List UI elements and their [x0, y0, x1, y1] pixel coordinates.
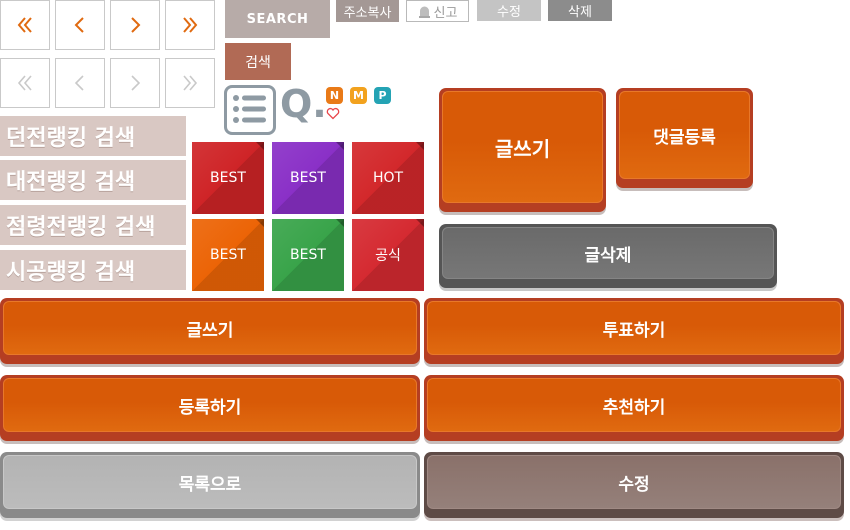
copy-address-label: 주소복사	[343, 5, 392, 21]
delete-post-button[interactable]: 글삭제	[439, 224, 777, 288]
mobile-badge-icon: M	[350, 87, 367, 104]
report-button-label: 신고	[433, 5, 458, 21]
best-badge-orange[interactable]: BEST	[192, 219, 264, 291]
edit-small-label: 수정	[497, 5, 521, 20]
best-badge-red[interactable]: BEST	[192, 142, 264, 214]
edit-button[interactable]: 수정	[424, 452, 844, 518]
write-wide-label: 글쓰기	[186, 320, 234, 341]
comment-register-button[interactable]: 댓글등록	[616, 88, 753, 188]
last-page-button[interactable]	[165, 0, 215, 50]
search-button-label: SEARCH	[246, 11, 309, 27]
spacetime-ranking-search-button[interactable]: 시공랭킹 검색	[0, 250, 186, 290]
hot-badge[interactable]: HOT	[352, 142, 424, 214]
double-chevron-right-icon	[183, 17, 198, 33]
tile-label: 공식	[375, 248, 401, 264]
battle-ranking-label: 대전랭킹 검색	[6, 170, 136, 195]
gsearch-button-label: 검색	[245, 54, 271, 71]
dungeon-ranking-search-button[interactable]: 던전랭킹 검색	[0, 116, 186, 156]
next-page-button[interactable]	[110, 0, 160, 50]
list-view-button[interactable]	[224, 85, 276, 135]
vote-label: 투표하기	[602, 320, 666, 341]
prev-page-button[interactable]	[55, 0, 105, 50]
delete-small-label: 삭제	[568, 5, 592, 20]
best-badge-green[interactable]: BEST	[272, 219, 344, 291]
chevron-left-icon	[74, 75, 84, 91]
double-chevron-left-icon	[17, 75, 32, 91]
siren-icon	[418, 6, 430, 18]
first-page-button-disabled	[0, 58, 50, 108]
chevron-right-icon	[131, 17, 141, 33]
tile-label: BEST	[210, 247, 246, 263]
back-to-list-label: 목록으로	[178, 474, 242, 495]
write-wide-button[interactable]: 글쓰기	[0, 298, 420, 364]
register-button[interactable]: 등록하기	[0, 375, 420, 441]
write-post-button[interactable]: 글쓰기	[439, 88, 606, 212]
dungeon-ranking-label: 던전랭킹 검색	[6, 126, 136, 151]
battle-ranking-search-button[interactable]: 대전랭킹 검색	[0, 160, 186, 200]
report-button[interactable]: 신고	[406, 0, 469, 22]
spacetime-ranking-label: 시공랭킹 검색	[6, 260, 136, 285]
gsearch-button[interactable]: 검색	[225, 43, 291, 80]
delete-post-label: 글삭제	[584, 245, 632, 266]
recommend-label: 추천하기	[602, 397, 666, 418]
tile-label: HOT	[372, 170, 404, 186]
new-badge-icon: N	[326, 87, 343, 104]
list-icon	[233, 95, 266, 123]
official-badge[interactable]: 공식	[352, 219, 424, 291]
register-label: 등록하기	[178, 397, 242, 418]
recommend-button[interactable]: 추천하기	[424, 375, 844, 441]
back-to-list-button[interactable]: 목록으로	[0, 452, 420, 518]
first-page-button[interactable]	[0, 0, 50, 50]
last-page-button-disabled	[165, 58, 215, 108]
vote-button[interactable]: 투표하기	[424, 298, 844, 364]
chevron-right-icon	[131, 75, 141, 91]
edit-label: 수정	[618, 474, 650, 495]
double-chevron-right-icon	[183, 75, 198, 91]
double-chevron-left-icon	[17, 17, 32, 33]
prev-page-button-disabled	[55, 58, 105, 108]
write-post-label: 글쓰기	[494, 136, 551, 161]
comment-register-label: 댓글등록	[653, 127, 716, 148]
tile-label: BEST	[290, 247, 326, 263]
tile-label: BEST	[210, 170, 246, 186]
search-button[interactable]: SEARCH	[225, 0, 330, 38]
next-page-button-disabled	[110, 58, 160, 108]
tile-label: BEST	[290, 170, 326, 186]
heart-icon	[326, 107, 340, 120]
photo-badge-icon: P	[374, 87, 391, 104]
edit-small-button[interactable]: 수정	[477, 0, 541, 21]
occupation-ranking-label: 점령전랭킹 검색	[6, 215, 156, 240]
chevron-left-icon	[74, 17, 84, 33]
occupation-ranking-search-button[interactable]: 점령전랭킹 검색	[0, 205, 186, 245]
copy-address-button[interactable]: 주소복사	[336, 0, 399, 22]
delete-small-button[interactable]: 삭제	[548, 0, 612, 21]
quick-search-icon[interactable]: Q.	[280, 84, 327, 124]
best-badge-purple[interactable]: BEST	[272, 142, 344, 214]
